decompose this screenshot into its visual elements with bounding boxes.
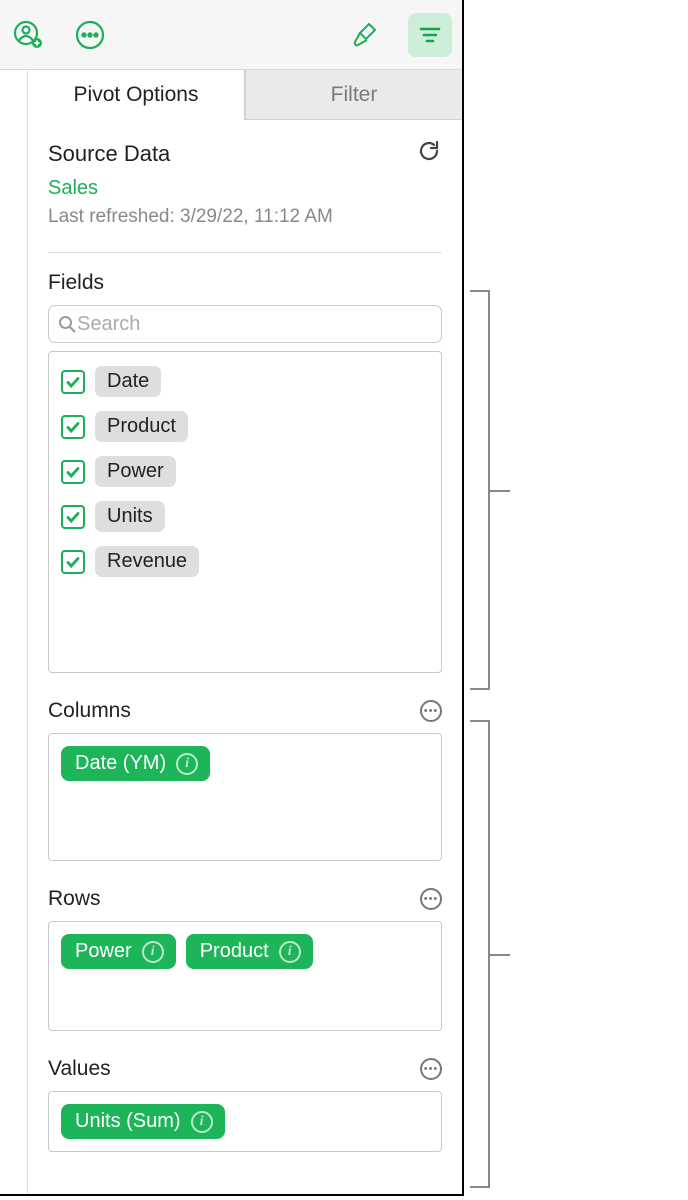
organize-panel-button[interactable] <box>408 13 452 57</box>
source-data-name[interactable]: Sales <box>48 177 442 200</box>
value-pill[interactable]: Units (Sum) i <box>61 1104 225 1139</box>
field-row: Revenue <box>61 546 429 577</box>
field-checkbox[interactable] <box>61 415 85 439</box>
divider <box>48 252 442 253</box>
field-chip[interactable]: Power <box>95 456 176 487</box>
field-chip[interactable]: Date <box>95 366 161 397</box>
collaborate-icon[interactable] <box>10 17 46 53</box>
pill-info-icon[interactable]: i <box>176 753 198 775</box>
pill-info-icon[interactable]: i <box>142 941 164 963</box>
row-pill[interactable]: Power i <box>61 934 176 969</box>
fields-heading: Fields <box>48 271 442 295</box>
values-heading: Values <box>48 1057 111 1081</box>
field-row: Product <box>61 411 429 442</box>
more-icon[interactable] <box>72 17 108 53</box>
field-row: Units <box>61 501 429 532</box>
field-chip[interactable]: Units <box>95 501 165 532</box>
format-brush-icon[interactable] <box>346 17 382 53</box>
column-pill[interactable]: Date (YM) i <box>61 746 210 781</box>
row-pill[interactable]: Product i <box>186 934 313 969</box>
rows-dropzone[interactable]: Power i Product i <box>48 921 442 1031</box>
values-more-icon[interactable]: ••• <box>420 1058 442 1080</box>
rows-heading: Rows <box>48 887 101 911</box>
inspector-panel: Pivot Options Filter Source Data Sales L… <box>28 70 462 1194</box>
callout-bracket <box>470 290 490 690</box>
toolbar <box>0 0 462 70</box>
field-chip[interactable]: Revenue <box>95 546 199 577</box>
field-row: Date <box>61 366 429 397</box>
columns-heading: Columns <box>48 699 131 723</box>
values-dropzone[interactable]: Units (Sum) i <box>48 1091 442 1152</box>
pill-label: Date (YM) <box>75 752 166 775</box>
pill-label: Product <box>200 940 269 963</box>
fields-list: Date Product Power Units Revenue <box>48 351 442 673</box>
callout-bracket <box>470 720 490 1188</box>
columns-more-icon[interactable]: ••• <box>420 700 442 722</box>
rows-more-icon[interactable]: ••• <box>420 888 442 910</box>
fields-search[interactable] <box>48 305 442 343</box>
field-checkbox[interactable] <box>61 550 85 574</box>
tab-pivot-options[interactable]: Pivot Options <box>28 70 245 120</box>
search-icon <box>57 314 77 334</box>
pill-info-icon[interactable]: i <box>279 941 301 963</box>
tab-bar: Pivot Options Filter <box>28 70 462 120</box>
field-checkbox[interactable] <box>61 460 85 484</box>
source-data-heading: Source Data <box>48 141 170 167</box>
refresh-icon[interactable] <box>416 138 442 169</box>
tab-filter[interactable]: Filter <box>245 70 462 120</box>
source-data-refreshed: Last refreshed: 3/29/22, 11:12 AM <box>48 206 442 228</box>
field-chip[interactable]: Product <box>95 411 188 442</box>
sheet-edge <box>0 70 28 1194</box>
fields-search-input[interactable] <box>77 313 433 336</box>
pill-label: Power <box>75 940 132 963</box>
columns-dropzone[interactable]: Date (YM) i <box>48 733 442 861</box>
field-row: Power <box>61 456 429 487</box>
pill-label: Units (Sum) <box>75 1110 181 1133</box>
pill-info-icon[interactable]: i <box>191 1111 213 1133</box>
field-checkbox[interactable] <box>61 370 85 394</box>
field-checkbox[interactable] <box>61 505 85 529</box>
